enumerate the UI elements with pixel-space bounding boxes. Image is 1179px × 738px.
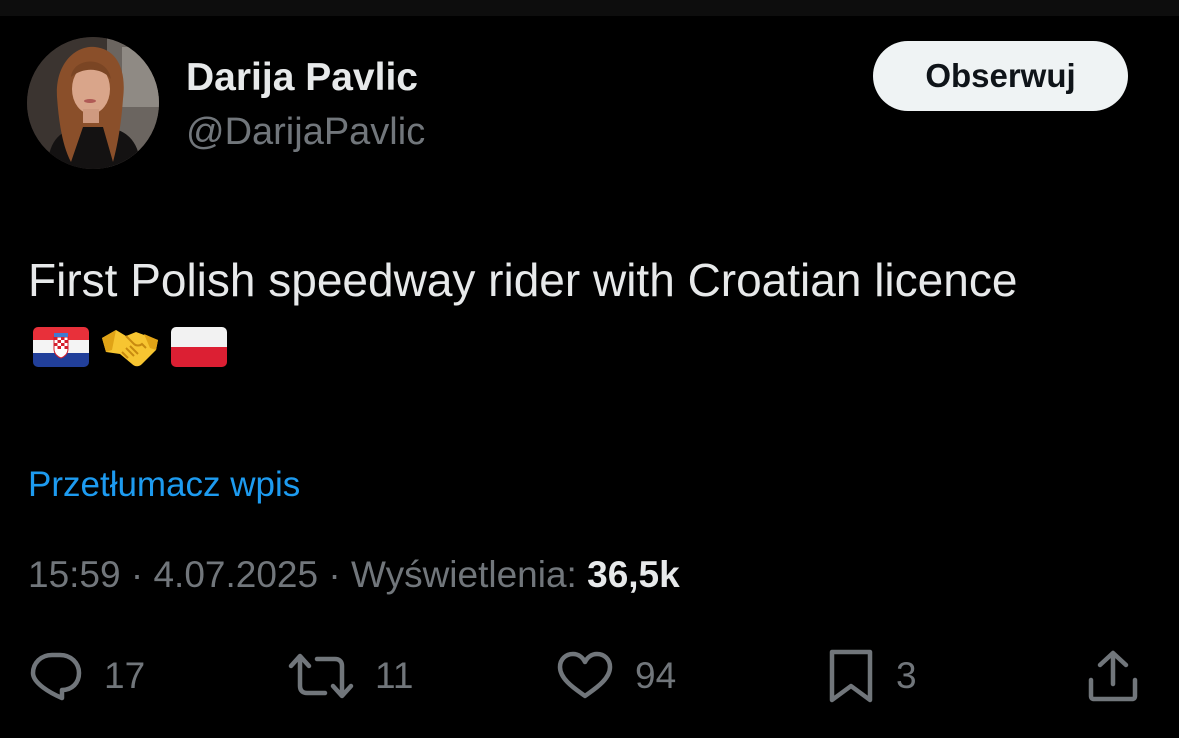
top-strip [0, 0, 1179, 16]
repost-button[interactable]: 11 [287, 648, 413, 704]
share-button[interactable] [1085, 648, 1141, 704]
tweet-time[interactable]: 15:59 [28, 554, 121, 595]
croatia-flag-icon [31, 321, 91, 373]
tweet-date[interactable]: 4.07.2025 [153, 554, 318, 595]
emoji-row [31, 321, 238, 373]
like-button[interactable]: 94 [555, 648, 676, 704]
views-label: Wyświetlenia: [350, 554, 577, 595]
bookmark-button[interactable]: 3 [826, 648, 917, 704]
avatar[interactable] [27, 37, 159, 169]
author-display-name[interactable]: Darija Pavlic [186, 56, 418, 100]
repost-count: 11 [375, 655, 414, 696]
poland-flag-icon [169, 321, 229, 373]
follow-button[interactable]: Obserwuj [873, 41, 1128, 111]
views-count: 36,5k [587, 554, 680, 595]
repost-icon [288, 653, 354, 699]
translate-post-link[interactable]: Przetłumacz wpis [28, 464, 300, 506]
meta-separator: · [130, 554, 144, 595]
avatar-photo [27, 37, 159, 169]
share-icon [1088, 650, 1138, 702]
heart-icon [557, 651, 613, 699]
bookmark-count: 3 [896, 655, 917, 696]
meta-separator: · [328, 554, 341, 595]
reply-button[interactable]: 17 [28, 648, 145, 704]
tweet-metadata: 15:59 · 4.07.2025 · Wyświetlenia: 36,5k [28, 552, 680, 598]
handshake-icon [100, 321, 160, 373]
author-handle[interactable]: @DarijaPavlic [186, 110, 425, 154]
like-count: 94 [635, 655, 677, 696]
reply-icon [30, 652, 82, 701]
tweet-text: First Polish speedway rider with Croatia… [28, 254, 1018, 306]
bookmark-icon [829, 649, 873, 703]
reply-count: 17 [104, 655, 146, 696]
